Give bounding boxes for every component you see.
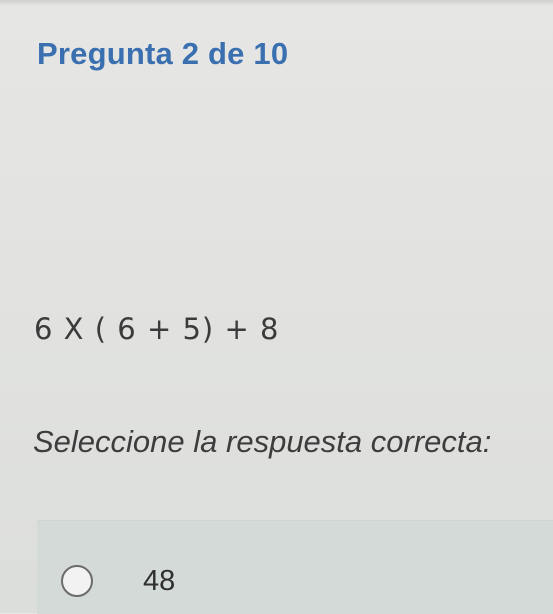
radio-button[interactable]: [61, 565, 93, 597]
answer-options: 48: [37, 520, 553, 614]
math-expression: 6 X ( 6 + 5) + 8: [34, 312, 280, 346]
instruction-text: Seleccione la respuesta correcta:: [33, 424, 492, 459]
answer-option-48[interactable]: 48: [37, 521, 553, 614]
answer-option-label: 48: [143, 565, 176, 597]
top-edge: [0, 0, 553, 6]
question-title: Pregunta 2 de 10: [37, 36, 289, 71]
